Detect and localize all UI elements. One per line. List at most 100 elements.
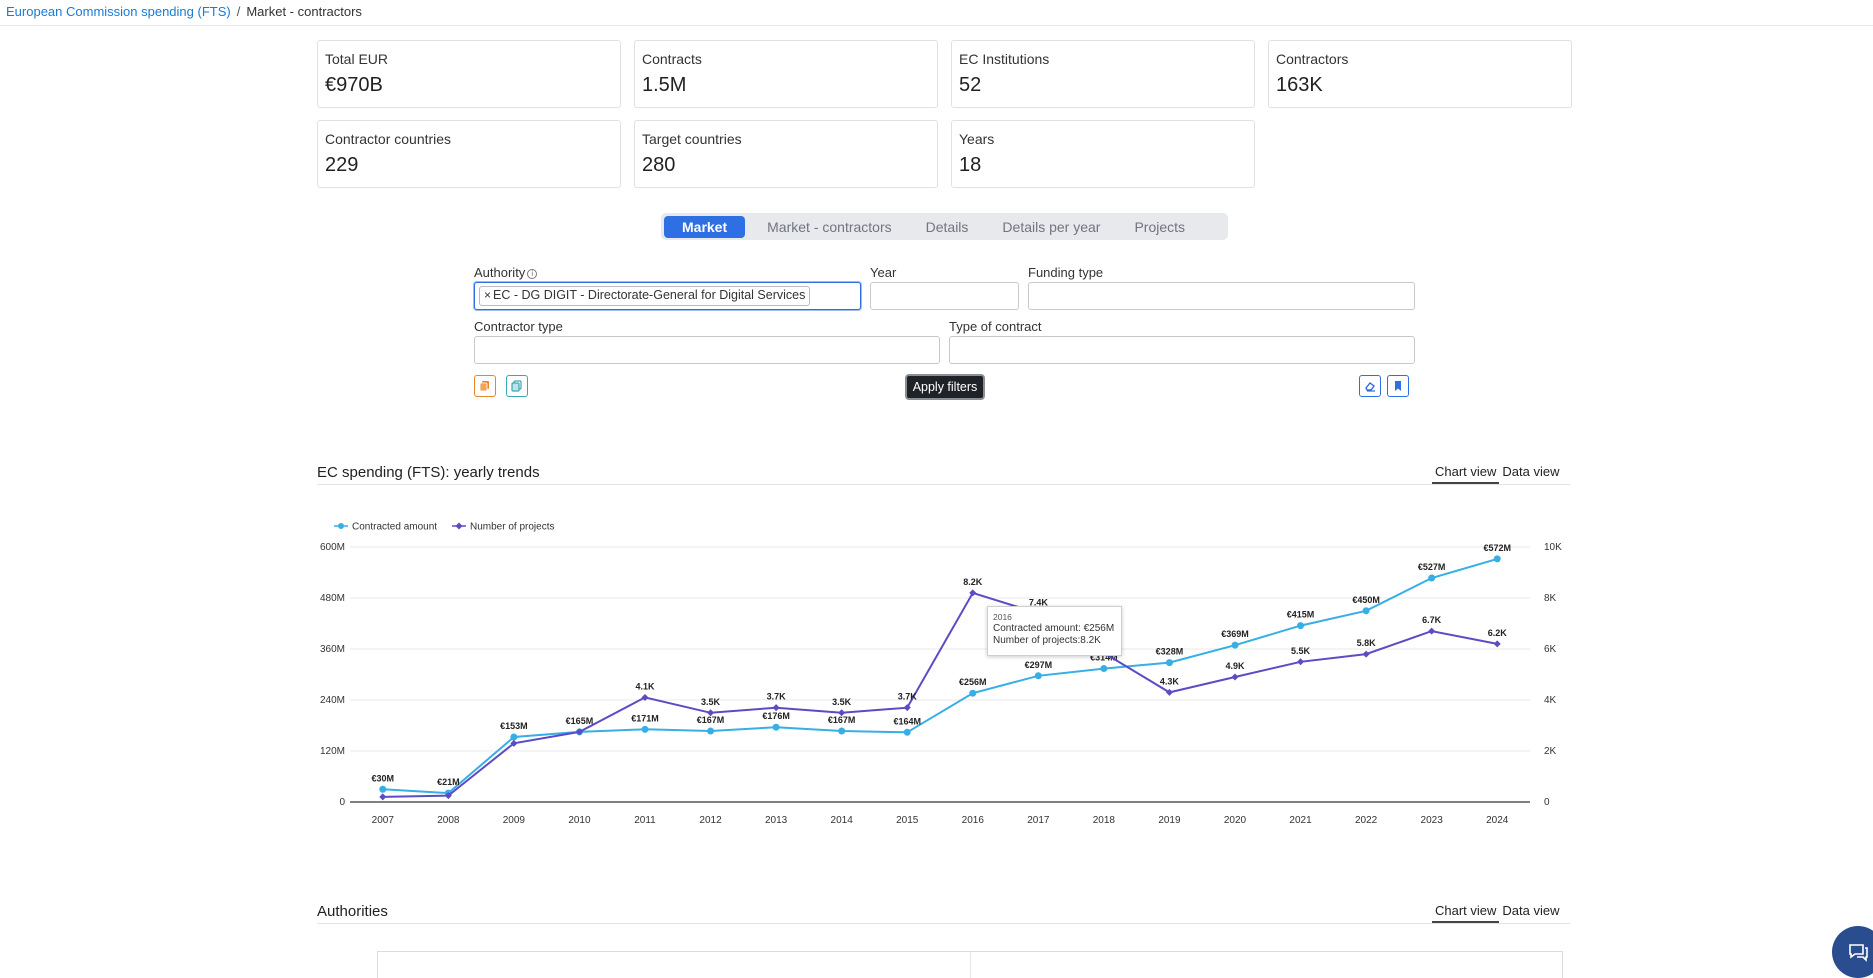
contracted-amount-point xyxy=(1100,665,1108,673)
chart-view-button[interactable]: Chart view xyxy=(1432,464,1500,484)
stat-label: Contractors xyxy=(1276,51,1349,67)
tab-details[interactable]: Details xyxy=(914,216,981,238)
number-of-projects-data-label: 6.2K xyxy=(1488,628,1508,638)
contracted-amount-data-label: €415M xyxy=(1287,610,1315,620)
page-tabs: Market Market - contractors Details Deta… xyxy=(661,213,1228,240)
number-of-projects-point xyxy=(772,704,780,712)
stat-value: 18 xyxy=(959,154,982,176)
breadcrumb: European Commission spending (FTS) / Marke… xyxy=(0,0,1873,26)
apply-filters-button[interactable]: Apply filters xyxy=(905,374,985,400)
number-of-projects-point xyxy=(1428,627,1436,635)
data-view-button[interactable]: Data view xyxy=(1499,464,1562,484)
contracted-amount-data-label: €256M xyxy=(959,677,987,687)
x-tick-label: 2011 xyxy=(634,815,656,826)
eraser-icon xyxy=(1365,382,1375,392)
stat-value: €970B xyxy=(325,74,383,96)
trend-section-title: EC spending (FTS): yearly trends xyxy=(317,464,540,481)
x-tick-label: 2018 xyxy=(1093,815,1116,826)
data-view-button[interactable]: Data view xyxy=(1499,903,1562,923)
number-of-projects-data-label: 3.5K xyxy=(832,697,852,707)
contracted-amount-point xyxy=(707,727,715,735)
number-of-projects-data-label: 4.1K xyxy=(635,681,655,691)
y-right-tick-label: 8K xyxy=(1544,593,1557,604)
y-right-tick-label: 6K xyxy=(1544,644,1557,655)
year-select[interactable] xyxy=(870,282,1019,310)
stat-card-total-eur: Total EUR €970B xyxy=(317,40,621,108)
stat-value: 280 xyxy=(642,154,676,176)
tab-projects[interactable]: Projects xyxy=(1122,216,1197,238)
number-of-projects-point xyxy=(1297,658,1305,666)
contracted-amount-data-label: €165M xyxy=(566,716,594,726)
y-right-tick-label: 0 xyxy=(1544,797,1550,808)
authorities-view-toggle: Chart view Data view xyxy=(1432,903,1563,923)
contracted-amount-point xyxy=(1428,574,1436,582)
duplicate-icon xyxy=(511,380,522,392)
contractor-type-label: Contractor type xyxy=(474,319,563,334)
yearly-trends-chart: 0 120M 240M 360M 480M 600M 0 2K 4K 6K 8K 10K 2007 200… xyxy=(320,522,1562,827)
contracted-amount-line xyxy=(382,557,1498,795)
number-of-projects-data-label: 3.7K xyxy=(898,692,918,702)
funding-type-select[interactable] xyxy=(1028,282,1415,310)
number-of-projects-data-label: 4.3K xyxy=(1160,676,1180,686)
tab-market-contractors[interactable]: Market - contractors xyxy=(755,216,903,238)
stat-card-contracts: Contracts 1.5M xyxy=(634,40,938,108)
number-of-projects-point xyxy=(1493,640,1501,648)
number-of-projects-data-label: 3.5K xyxy=(701,697,721,707)
breadcrumb-separator: / xyxy=(236,4,241,19)
x-tick-label: 2022 xyxy=(1355,815,1378,826)
chart-view-button[interactable]: Chart view xyxy=(1432,903,1500,923)
stat-value: 52 xyxy=(959,74,982,96)
tooltip-projects: Number of projects:8.2K xyxy=(993,635,1101,646)
legend-label: Contracted amount xyxy=(352,522,437,533)
breadcrumb-link-fts[interactable]: European Commission spending (FTS) xyxy=(6,4,231,19)
contracted-amount-data-label: €171M xyxy=(631,713,659,723)
copy-button[interactable] xyxy=(474,375,496,397)
x-tick-label: 2009 xyxy=(503,815,526,826)
clear-filters-button[interactable] xyxy=(1359,375,1381,397)
contracted-amount-data-label: €328M xyxy=(1156,647,1184,657)
stat-value: 163K xyxy=(1276,74,1323,96)
stat-card-contractor-countries: Contractor countries 229 xyxy=(317,120,621,188)
authorities-section-divider xyxy=(317,923,1570,924)
contracted-amount-data-label: €527M xyxy=(1418,562,1446,572)
stat-card-contractors: Contractors 163K xyxy=(1268,40,1572,108)
type-of-contract-select[interactable] xyxy=(949,336,1415,364)
contracted-amount-data-label: €450M xyxy=(1352,595,1380,605)
x-tick-label: 2015 xyxy=(896,815,919,826)
info-icon[interactable]: i xyxy=(527,268,538,279)
number-of-projects-data-label: 8.2K xyxy=(963,577,983,587)
contracted-amount-data-label: €572M xyxy=(1483,543,1511,553)
trend-view-toggle: Chart view Data view xyxy=(1432,464,1563,484)
x-tick-label: 2024 xyxy=(1486,815,1509,826)
stat-label: EC Institutions xyxy=(959,51,1050,67)
authority-chip: × EC - DG DIGIT - Directorate-General for… xyxy=(479,286,811,306)
y-left-tick-label: 480M xyxy=(320,593,345,604)
duplicate-button[interactable] xyxy=(506,375,528,397)
x-tick-label: 2008 xyxy=(437,815,460,826)
contracted-amount-data-label: €21M xyxy=(437,777,460,787)
bookmark-icon xyxy=(1395,381,1401,391)
authority-label-text: Authority xyxy=(474,265,526,280)
copy-icon xyxy=(479,381,489,392)
contracted-amount-point xyxy=(510,733,518,741)
funding-type-label: Funding type xyxy=(1028,265,1104,280)
x-tick-label: 2020 xyxy=(1224,815,1247,826)
stat-card-target-countries: Target countries 280 xyxy=(634,120,938,188)
number-of-projects-data-label: 6.7K xyxy=(1422,615,1442,625)
tab-details-per-year[interactable]: Details per year xyxy=(990,216,1112,238)
number-of-projects-point xyxy=(1231,673,1239,681)
chat-button[interactable] xyxy=(1832,926,1873,978)
contracted-amount-data-label: €167M xyxy=(697,715,725,725)
number-of-projects-data-label: 3.7K xyxy=(767,692,787,702)
x-tick-label: 2014 xyxy=(831,815,854,826)
contracted-amount-data-label: €30M xyxy=(372,773,395,783)
bookmark-button[interactable] xyxy=(1387,375,1409,397)
tab-market[interactable]: Market xyxy=(664,215,746,238)
authority-select[interactable]: × EC - DG DIGIT - Directorate-General for… xyxy=(474,282,861,310)
y-right-tick-label: 2K xyxy=(1544,746,1557,757)
trend-section-divider xyxy=(317,484,1570,485)
chip-remove-icon[interactable]: × xyxy=(484,288,491,302)
tooltip-year: 2016 xyxy=(993,612,1012,622)
stat-value: 1.5M xyxy=(642,74,687,96)
contractor-type-select[interactable] xyxy=(474,336,940,364)
